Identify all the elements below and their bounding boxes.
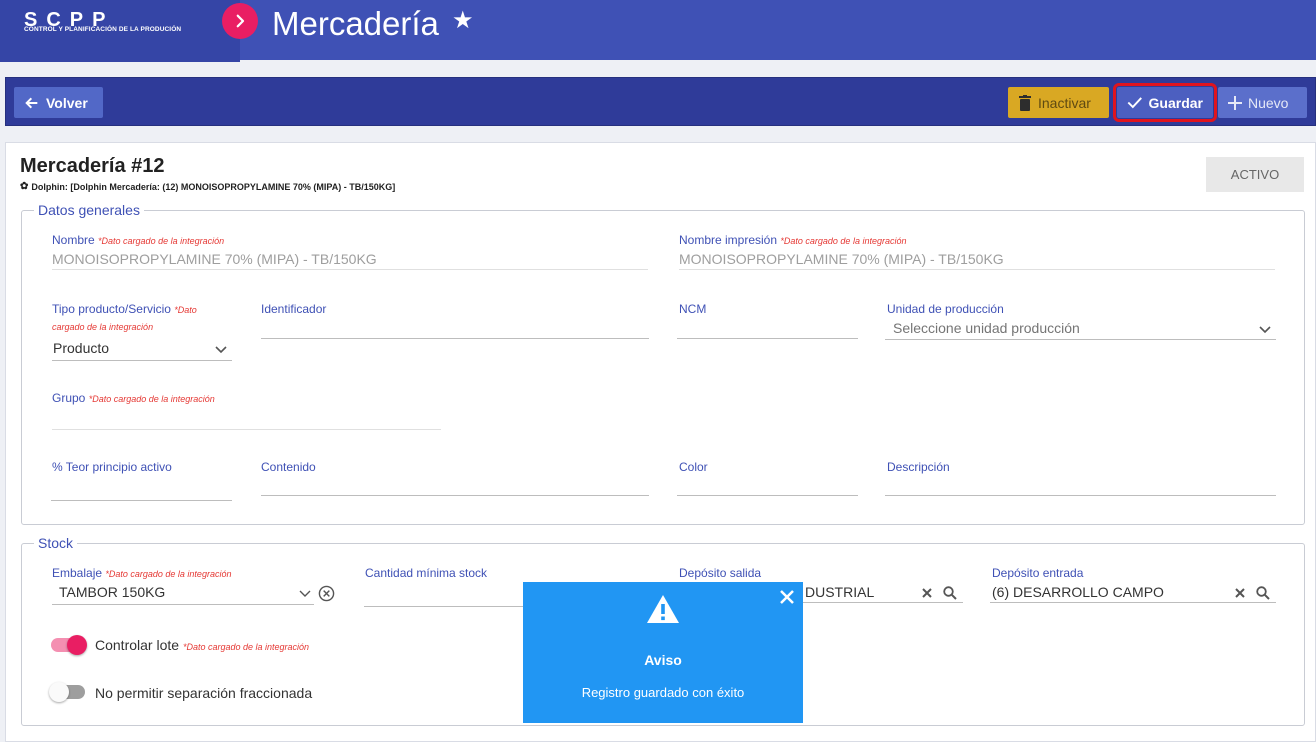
- ncm-label: NCM: [679, 302, 707, 316]
- color-input[interactable]: [679, 475, 857, 493]
- datos-generales-legend: Datos generales: [34, 202, 144, 218]
- status-badge: ACTIVO: [1206, 157, 1304, 192]
- action-toolbar: Volver Inactivar Guardar Nuevo: [5, 77, 1316, 126]
- embalaje-select[interactable]: TAMBOR 150KG: [59, 584, 165, 600]
- trash-icon: [1019, 94, 1031, 111]
- stock-legend: Stock: [34, 535, 78, 551]
- controlar-lote-label: Controlar lote *Dato cargado de la integ…: [95, 637, 310, 653]
- plus-icon: [1228, 95, 1242, 110]
- search-icon[interactable]: [1255, 585, 1271, 601]
- save-button-label: Guardar: [1148, 94, 1203, 111]
- logo-subtitle: CONTROL Y PLANIFICACIÓN DE LA PRODUCIÓN: [24, 26, 182, 33]
- clear-icon[interactable]: [1233, 586, 1247, 600]
- check-icon: [1127, 97, 1142, 109]
- grupo-label: Grupo *Dato cargado de la integración: [52, 391, 215, 405]
- record-title: Mercadería #12: [20, 155, 165, 177]
- no-permitir-label: No permitir separación fraccionada: [95, 685, 313, 701]
- clear-icon[interactable]: [920, 586, 934, 600]
- unidad-produccion-label: Unidad de producción: [887, 302, 1004, 316]
- back-button-label: Volver: [46, 94, 88, 111]
- back-button[interactable]: Volver: [14, 87, 103, 118]
- identificador-label: Identificador: [261, 302, 327, 316]
- toast-title: Aviso: [644, 652, 682, 668]
- chevron-down-icon[interactable]: [213, 343, 229, 357]
- inactivar-button-label: Inactivar: [1038, 94, 1091, 111]
- teor-input[interactable]: [52, 479, 232, 497]
- record-subtitle-text: Dolphin: [Dolphin Mercadería: (12) MONOI…: [31, 181, 396, 192]
- toast-notification: Aviso Registro guardado con éxito: [523, 582, 803, 723]
- nombre-impresion-label: Nombre impresión *Dato cargado de la int…: [679, 233, 907, 247]
- gear-icon: ✿: [20, 181, 29, 192]
- contenido-label: Contenido: [261, 460, 316, 474]
- chevron-down-icon[interactable]: [297, 587, 313, 601]
- contenido-input[interactable]: [261, 475, 648, 493]
- app-header: SCPP CONTROL Y PLANIFICACIÓN DE LA PRODU…: [0, 0, 1316, 62]
- save-button[interactable]: Guardar: [1113, 83, 1217, 122]
- descripcion-input[interactable]: [887, 475, 1275, 493]
- chevron-down-icon[interactable]: [1257, 323, 1273, 337]
- record-subtitle: ✿ Dolphin: [Dolphin Mercadería: (12) MON…: [20, 181, 395, 192]
- nombre-label: Nombre *Dato cargado de la integración: [52, 233, 225, 247]
- arrow-left-icon: [25, 97, 38, 108]
- deposito-salida-input[interactable]: DUSTRIAL: [805, 584, 874, 600]
- cantidad-minima-input[interactable]: [365, 584, 525, 602]
- clear-circle-icon[interactable]: [317, 584, 335, 602]
- star-icon[interactable]: ★: [452, 6, 474, 35]
- tipo-producto-label: Tipo producto/Servicio *Dato: [52, 302, 197, 316]
- cantidad-minima-label: Cantidad mínima stock: [365, 566, 488, 580]
- deposito-entrada-label: Depósito entrada: [992, 566, 1084, 580]
- teor-label: % Teor principio activo: [52, 460, 172, 474]
- search-icon[interactable]: [942, 585, 958, 601]
- nombre-impresion-field: MONOISOPROPYLAMINE 70% (MIPA) - TB/150KG: [679, 251, 1004, 267]
- warning-icon: [646, 594, 680, 629]
- chevron-right-icon[interactable]: [222, 3, 258, 39]
- page-title: Mercadería: [272, 5, 439, 42]
- tipo-producto-select[interactable]: Producto: [53, 340, 231, 356]
- color-label: Color: [679, 460, 708, 474]
- deposito-salida-label: Depósito salida: [679, 566, 762, 580]
- inactivar-button[interactable]: Inactivar: [1008, 87, 1109, 118]
- close-icon[interactable]: [780, 588, 794, 609]
- tipo-producto-note: cargado de la integración: [52, 322, 154, 332]
- deposito-entrada-input[interactable]: (6) DESARROLLO CAMPO: [992, 584, 1164, 600]
- new-button-label: Nuevo: [1248, 94, 1289, 111]
- grupo-input[interactable]: [52, 409, 440, 427]
- identificador-input[interactable]: [261, 319, 648, 337]
- nombre-field: MONOISOPROPYLAMINE 70% (MIPA) - TB/150KG: [52, 251, 377, 267]
- unidad-produccion-select[interactable]: Seleccione unidad producción: [893, 320, 1080, 336]
- toast-message: Registro guardado con éxito: [581, 685, 745, 700]
- descripcion-label: Descripción: [887, 460, 950, 474]
- new-button[interactable]: Nuevo: [1218, 87, 1307, 118]
- embalaje-label: Embalaje *Dato cargado de la integración: [52, 566, 232, 580]
- logo[interactable]: SCPP CONTROL Y PLANIFICACIÓN DE LA PRODU…: [0, 0, 240, 62]
- ncm-input[interactable]: [679, 319, 857, 337]
